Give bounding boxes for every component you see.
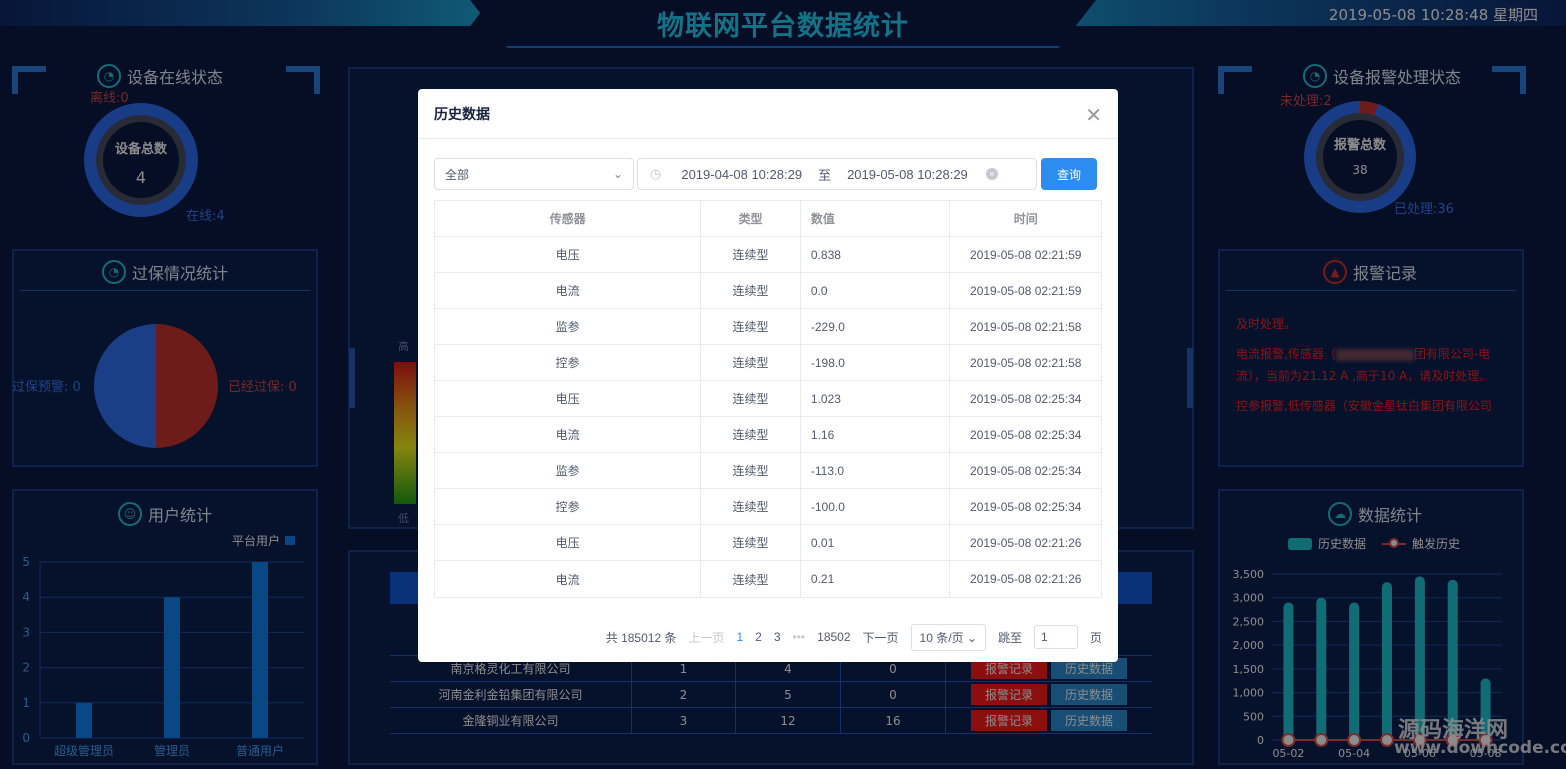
cell-value: 0.838 <box>801 237 951 272</box>
cell-time: 2019-05-08 02:21:59 <box>970 283 1082 298</box>
cell-value: -113.0 <box>801 453 951 488</box>
table-row: 电流 连续型 0.0 2019-05-08 02:21:59 <box>435 273 1101 309</box>
table-row: 电流 连续型 1.16 2019-05-08 02:25:34 <box>435 417 1101 453</box>
cell-sensor: 电压 <box>435 381 702 416</box>
pager-total: 共 185012 条 <box>605 630 677 645</box>
cell-sensor: 电流 <box>435 561 702 597</box>
cell-time: 2019-05-08 02:25:34 <box>970 391 1082 406</box>
cell-value: 1.16 <box>801 417 951 452</box>
cell-sensor: 电压 <box>435 237 702 272</box>
cell-sensor: 监参 <box>435 309 702 344</box>
cell-time: 2019-05-08 02:25:34 <box>970 463 1082 478</box>
pager-page-1[interactable]: 1 <box>736 630 743 644</box>
cell-sensor: 监参 <box>435 453 702 488</box>
close-icon[interactable]: ✕ <box>1085 103 1102 128</box>
table-row: 控参 连续型 -198.0 2019-05-08 02:21:58 <box>435 345 1101 381</box>
cell-time: 2019-05-08 02:21:26 <box>970 572 1082 586</box>
pager-jump-label: 跳至 <box>997 630 1022 645</box>
cell-value: 0.21 <box>801 561 951 597</box>
date-range-picker[interactable]: ◷ 2019-04-08 10:28:29 至 2019-05-08 10:28… <box>637 158 1037 190</box>
cell-type: 连续型 <box>701 309 801 344</box>
pager-page-unit: 页 <box>1089 630 1102 645</box>
clock-icon: ◷ <box>650 166 662 181</box>
cell-sensor: 控参 <box>435 345 702 380</box>
table-row: 电压 连续型 0.01 2019-05-08 02:21:26 <box>435 525 1101 561</box>
history-table: 传感器 类型 数值 时间 电压 连续型 0.838 2019-05-08 02:21:… <box>434 200 1102 598</box>
date-start[interactable]: 2019-04-08 10:28:29 <box>681 167 802 182</box>
cell-time: 2019-05-08 02:21:58 <box>970 319 1082 334</box>
cell-value: -100.0 <box>801 489 951 524</box>
cell-time: 2019-05-08 02:21:58 <box>970 355 1082 370</box>
cell-type: 连续型 <box>701 489 801 524</box>
history-modal: 历史数据 ✕ 全部 ⌄ ◷ 2019-04-08 10:28:29 至 2019… <box>418 89 1118 662</box>
pager-page-2[interactable]: 2 <box>755 630 762 644</box>
cell-sensor: 电流 <box>435 417 702 452</box>
page-size-value: 10 条/页 <box>919 630 964 645</box>
modal-header: 历史数据 <box>418 89 1118 139</box>
query-button[interactable]: 查询 <box>1041 158 1097 190</box>
cell-type: 连续型 <box>701 561 801 597</box>
pager-page-3[interactable]: 3 <box>774 630 781 644</box>
cell-time: 2019-05-08 02:25:34 <box>970 427 1082 442</box>
modal-title: 历史数据 <box>434 105 490 122</box>
cell-value: -198.0 <box>801 345 951 380</box>
cell-type: 连续型 <box>701 453 801 488</box>
cell-value: 0.0 <box>801 273 951 308</box>
pager-jump-input[interactable]: 1 <box>1033 625 1078 649</box>
cell-type: 连续型 <box>701 381 801 416</box>
table-row: 电压 连续型 1.023 2019-05-08 02:25:34 <box>435 381 1101 417</box>
pager-prev[interactable]: 上一页 <box>688 629 724 646</box>
cell-sensor: 电流 <box>435 273 702 308</box>
table-row: 电压 连续型 0.838 2019-05-08 02:21:59 <box>435 237 1101 273</box>
cell-type: 连续型 <box>701 417 801 452</box>
cell-sensor: 电压 <box>435 525 702 560</box>
table-row: 控参 连续型 -100.0 2019-05-08 02:25:34 <box>435 489 1101 525</box>
chevron-down-icon: ⌄ <box>966 630 977 645</box>
sensor-select[interactable]: 全部 ⌄ <box>434 158 634 190</box>
pagination: 共 185012 条 上一页 1 2 3 ••• 18502 下一页 10 条/… <box>418 622 1118 652</box>
cell-type: 连续型 <box>701 345 801 380</box>
date-separator: 至 <box>818 167 832 183</box>
date-end[interactable]: 2019-05-08 10:28:29 <box>847 167 968 182</box>
column-header-value[interactable]: 数值 <box>801 201 951 236</box>
table-row: 监参 连续型 -113.0 2019-05-08 02:25:34 <box>435 453 1101 489</box>
table-row: 监参 连续型 -229.0 2019-05-08 02:21:58 <box>435 309 1101 345</box>
table-header-row: 传感器 类型 数值 时间 <box>435 201 1101 237</box>
cell-value: 1.023 <box>801 381 951 416</box>
cell-time: 2019-05-08 02:21:26 <box>970 535 1082 550</box>
clear-icon[interactable]: × <box>985 168 998 180</box>
cell-time: 2019-05-08 02:25:34 <box>970 499 1082 514</box>
cell-time: 2019-05-08 02:21:59 <box>970 247 1082 262</box>
cell-type: 连续型 <box>701 525 801 560</box>
pager-last-page[interactable]: 18502 <box>817 630 850 644</box>
sensor-select-value: 全部 <box>445 167 470 182</box>
cell-type: 连续型 <box>701 273 801 308</box>
chevron-down-icon: ⌄ <box>612 167 623 181</box>
cell-value: 0.01 <box>801 525 951 560</box>
column-header-type[interactable]: 类型 <box>701 201 801 236</box>
table-row: 电流 连续型 0.21 2019-05-08 02:21:26 <box>435 561 1101 597</box>
cell-sensor: 控参 <box>435 489 702 524</box>
cell-type: 连续型 <box>701 237 801 272</box>
pager-next[interactable]: 下一页 <box>863 629 899 646</box>
column-header-sensor[interactable]: 传感器 <box>435 201 702 236</box>
column-header-time[interactable]: 时间 <box>950 201 1101 236</box>
pager-ellipsis[interactable]: ••• <box>793 630 806 644</box>
cell-value: -229.0 <box>801 309 951 344</box>
page-size-select[interactable]: 10 条/页 ⌄ <box>910 623 986 651</box>
